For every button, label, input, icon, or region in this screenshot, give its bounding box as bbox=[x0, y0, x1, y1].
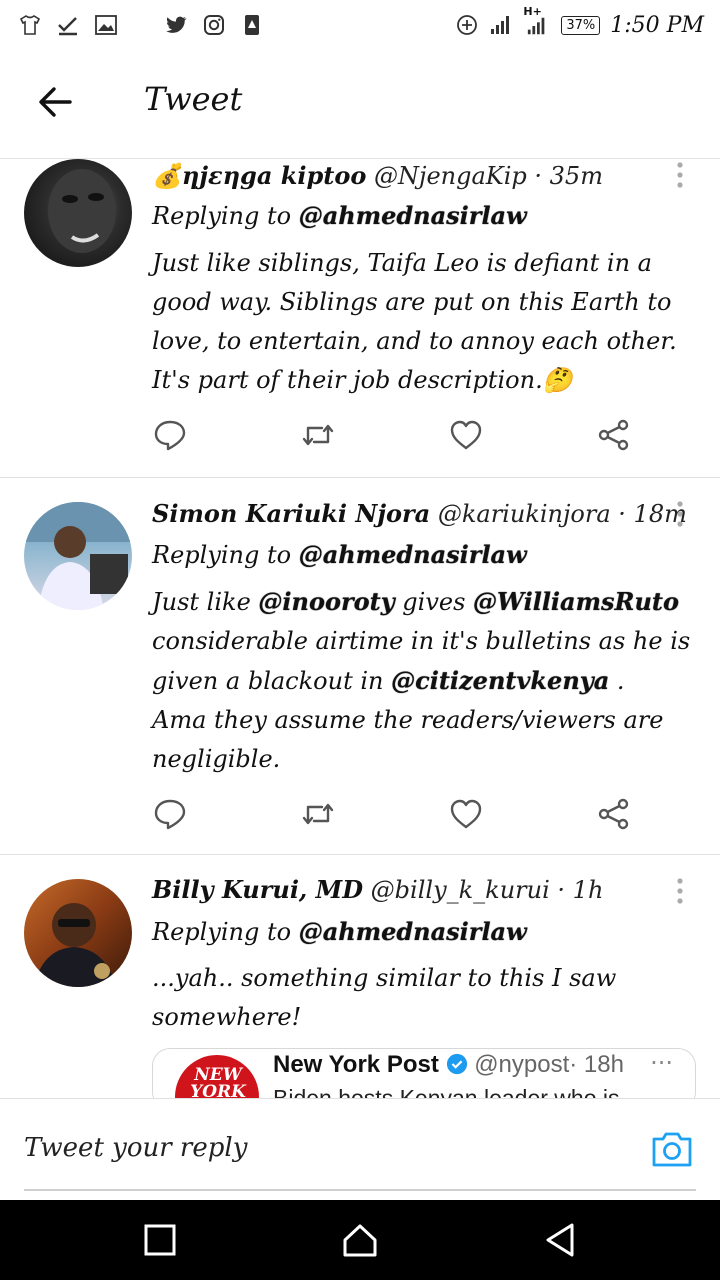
mention-link[interactable]: @ahmednasirlaw bbox=[299, 201, 527, 230]
mention-link[interactable]: @citizentvkenya bbox=[391, 666, 609, 695]
checkmark-icon bbox=[58, 17, 77, 36]
like-icon[interactable] bbox=[448, 417, 484, 453]
twitter-icon bbox=[166, 16, 187, 33]
image-icon bbox=[95, 15, 117, 35]
tweet-header: Simon Kariuki Njora @kariukinjora · 18m bbox=[152, 499, 687, 528]
tweet-actions bbox=[152, 417, 632, 453]
alert-app-icon bbox=[245, 15, 259, 35]
mention-link[interactable]: @WilliamsRuto bbox=[473, 587, 679, 616]
share-icon[interactable] bbox=[596, 796, 632, 832]
more-options-icon[interactable] bbox=[674, 877, 686, 907]
clock: 1:50 PM bbox=[610, 12, 704, 38]
avatar[interactable] bbox=[24, 879, 132, 987]
avatar[interactable] bbox=[24, 502, 132, 610]
instagram-icon bbox=[204, 15, 224, 35]
replying-to: Replying to @ahmednasirlaw bbox=[152, 917, 527, 946]
tweet-actions bbox=[152, 796, 632, 832]
more-options-icon[interactable] bbox=[674, 161, 686, 191]
reply-icon[interactable] bbox=[152, 796, 188, 832]
share-icon[interactable] bbox=[596, 417, 632, 453]
quoted-handle: @nypost bbox=[474, 1051, 570, 1078]
verified-badge-icon bbox=[446, 1053, 467, 1075]
reply-icon[interactable] bbox=[152, 417, 188, 453]
tweet-text: Just like @inooroty gives @WilliamsRuto … bbox=[152, 587, 691, 773]
more-options-icon[interactable]: ··· bbox=[650, 1049, 673, 1077]
add-circle-icon bbox=[457, 15, 478, 35]
quoted-header: New York Post @nypost· 18h bbox=[273, 1051, 624, 1079]
reply-composer: Tweet your reply bbox=[0, 1098, 720, 1201]
mention-link[interactable]: @ahmednasirlaw bbox=[299, 540, 527, 569]
quoted-name: New York Post bbox=[273, 1051, 439, 1078]
mention-link[interactable]: @inooroty bbox=[258, 587, 394, 616]
mention-link[interactable]: @ahmednasirlaw bbox=[299, 917, 527, 946]
system-nav-bar bbox=[0, 1200, 720, 1280]
replying-to: Replying to @ahmednasirlaw bbox=[152, 201, 527, 230]
retweet-icon[interactable] bbox=[300, 796, 336, 832]
recents-square-icon[interactable] bbox=[140, 1220, 180, 1260]
shirt-icon bbox=[19, 15, 41, 35]
tweet-item[interactable]: 💰ηjεηga kiptoo @NjengaKip · 35m Replying… bbox=[0, 159, 720, 478]
tweet-text: Just like siblings, Taifa Leo is defiant… bbox=[152, 249, 677, 394]
like-icon[interactable] bbox=[448, 796, 484, 832]
home-icon[interactable] bbox=[340, 1220, 380, 1260]
camera-icon[interactable] bbox=[650, 1129, 694, 1169]
page-title: Tweet bbox=[144, 80, 243, 118]
back-arrow-icon[interactable] bbox=[34, 80, 78, 124]
tweet-header: 💰ηjεηga kiptoo @NjengaKip · 35m bbox=[152, 161, 603, 190]
divider bbox=[24, 1189, 696, 1191]
retweet-icon[interactable] bbox=[300, 417, 336, 453]
status-bar: H+ 37% 1:50 PM bbox=[0, 0, 720, 50]
user-handle[interactable]: @billy_k_kurui bbox=[371, 876, 550, 904]
quoted-time: · 18h bbox=[569, 1051, 624, 1078]
battery-indicator: 37% bbox=[561, 15, 601, 35]
replying-to: Replying to @ahmednasirlaw bbox=[152, 540, 527, 569]
tweet-item[interactable]: Simon Kariuki Njora @kariukinjora · 18m … bbox=[0, 478, 720, 855]
tweet-time: · 35m bbox=[534, 162, 603, 190]
user-handle[interactable]: @kariukinjora bbox=[438, 500, 611, 528]
app-header: Tweet bbox=[0, 50, 720, 159]
tweet-text: ...yah.. something similar to this I saw… bbox=[152, 964, 617, 1031]
display-name[interactable]: Billy Kurui, MD bbox=[152, 875, 363, 904]
avatar[interactable] bbox=[24, 159, 132, 267]
back-triangle-icon[interactable] bbox=[540, 1220, 580, 1260]
signal-icon bbox=[491, 16, 510, 34]
display-name[interactable]: Simon Kariuki Njora bbox=[152, 499, 430, 528]
more-options-icon[interactable] bbox=[674, 500, 686, 530]
reply-input[interactable]: Tweet your reply bbox=[24, 1133, 247, 1163]
mobile-data-signal-icon: H+ bbox=[523, 5, 551, 37]
tweet-header: Billy Kurui, MD @billy_k_kurui · 1h bbox=[152, 875, 603, 904]
display-name[interactable]: 💰ηjεηga kiptoo bbox=[152, 161, 366, 190]
tweet-time: · 1h bbox=[557, 876, 604, 904]
user-handle[interactable]: @NjengaKip bbox=[374, 162, 527, 190]
